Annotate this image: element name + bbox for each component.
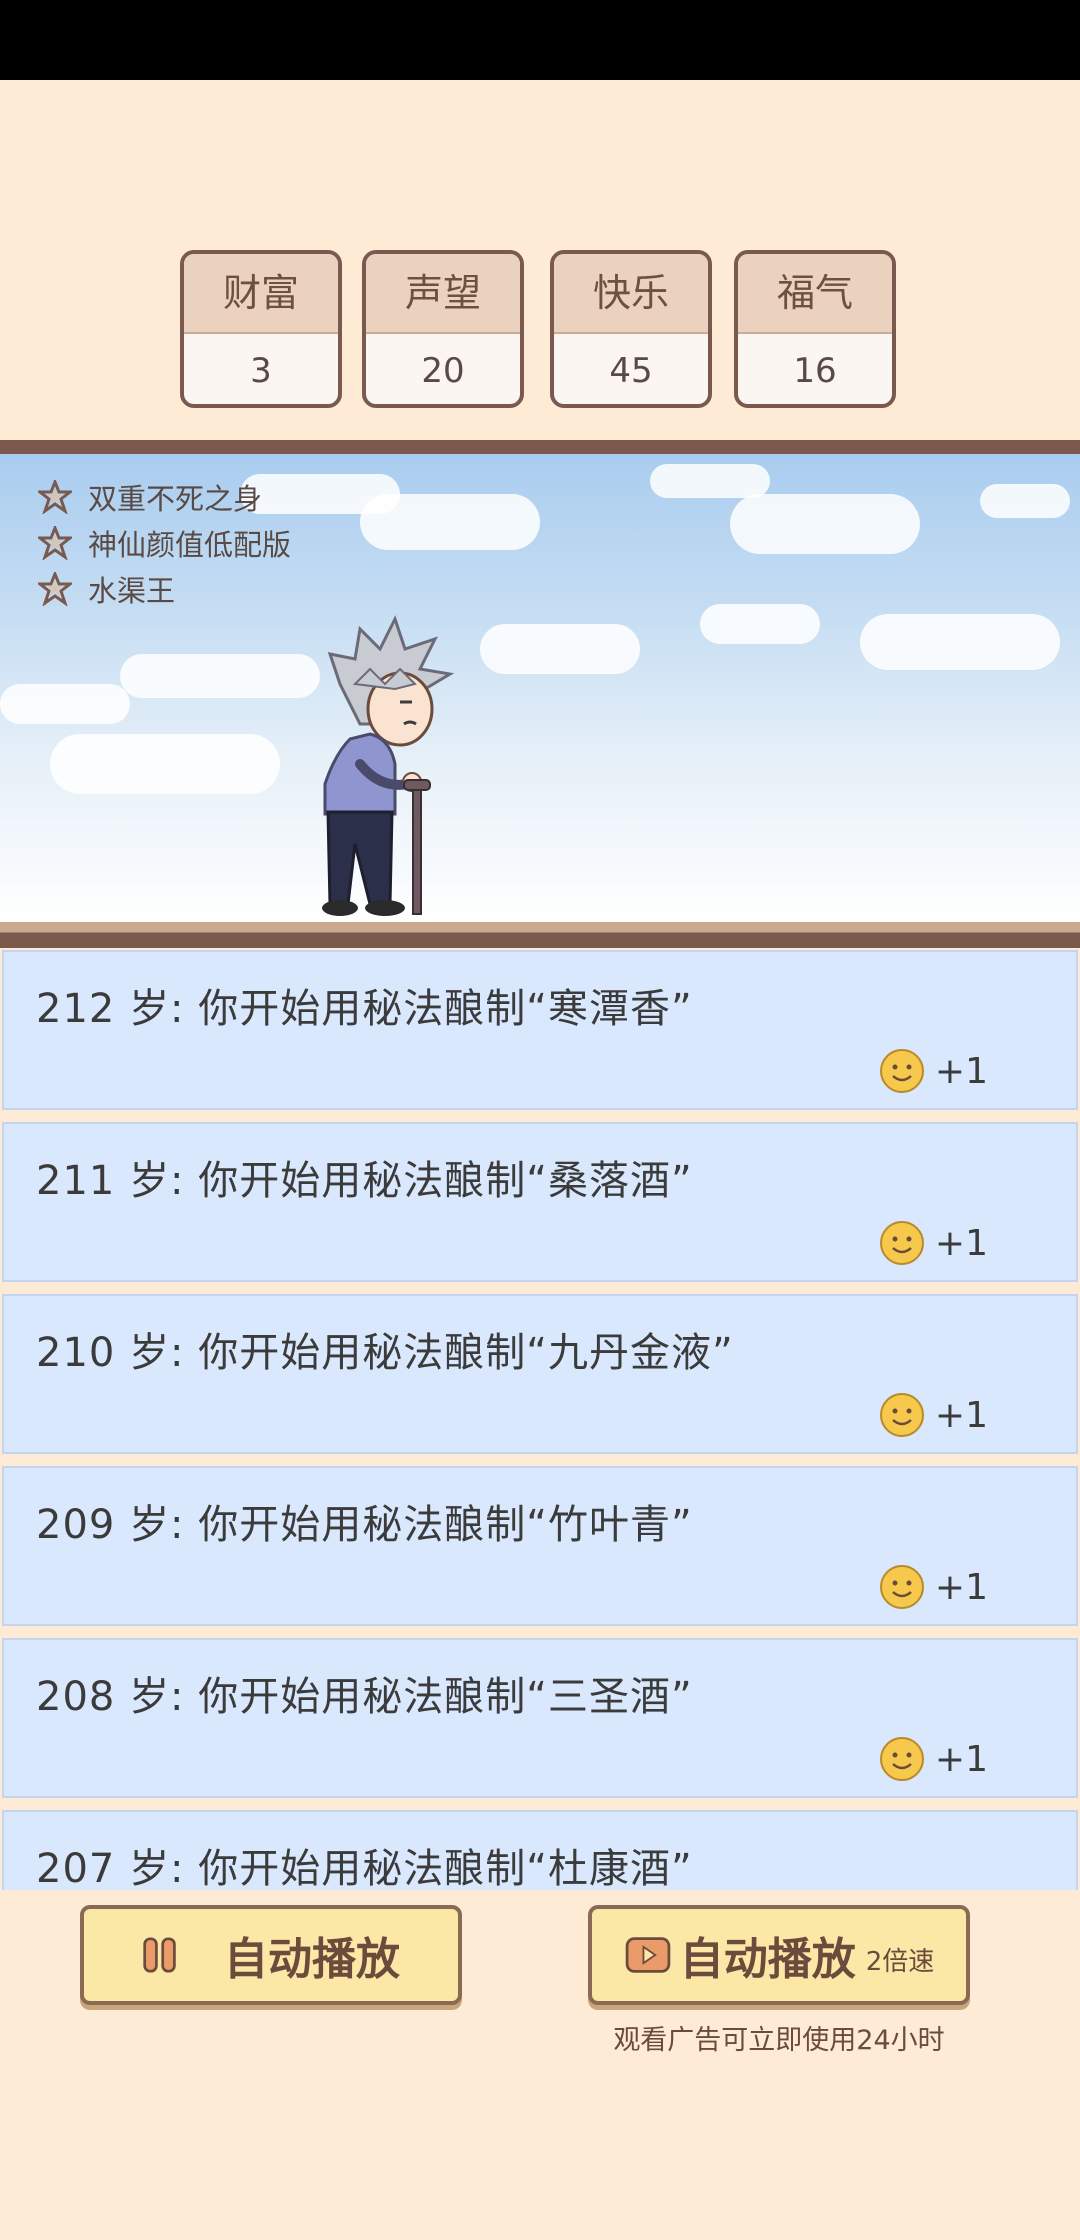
cloud	[700, 604, 820, 644]
reward-value: +1	[934, 1222, 988, 1264]
event-item: 209 岁: 你开始用秘法酿制“竹叶青” +1	[2, 1466, 1078, 1626]
reward-value: +1	[934, 1050, 988, 1092]
autoplay-button[interactable]: 自动播放	[80, 1905, 462, 2005]
smiley-icon	[879, 1049, 924, 1093]
status-bar	[0, 0, 1080, 80]
autoplay-2x-label: 自动播放	[679, 1934, 856, 1985]
cloud	[860, 614, 1060, 670]
event-reward: +1	[879, 1220, 988, 1266]
trait-label: 水渠王	[88, 574, 176, 608]
event-text: 209 岁: 你开始用秘法酿制“竹叶青”	[36, 1502, 693, 1548]
star-icon	[38, 526, 72, 560]
event-reward: +1	[879, 1392, 988, 1438]
stat-label: 声望	[366, 254, 520, 334]
event-reward: +1	[879, 1564, 988, 1610]
video-play-icon	[625, 1937, 670, 1973]
cloud	[50, 734, 280, 794]
stat-label: 福气	[738, 254, 892, 334]
stat-value: 3	[250, 351, 272, 391]
trait-label: 双重不死之身	[88, 482, 263, 516]
smiley-icon	[879, 1221, 924, 1265]
event-item: 211 岁: 你开始用秘法酿制“桑落酒” +1	[2, 1122, 1078, 1282]
reward-value: +1	[934, 1566, 988, 1608]
star-icon	[38, 572, 72, 606]
event-text: 210 岁: 你开始用秘法酿制“九丹金液”	[36, 1330, 734, 1376]
cloud	[120, 654, 320, 698]
stat-value: 20	[421, 351, 465, 391]
autoplay-label: 自动播放	[224, 1934, 400, 1985]
event-text: 207 岁: 你开始用秘法酿制“杜康酒”	[36, 1846, 693, 1890]
stat-value: 16	[793, 351, 837, 391]
cloud	[360, 494, 540, 550]
pause-icon	[143, 1937, 176, 1973]
event-item: 210 岁: 你开始用秘法酿制“九丹金液” +1	[2, 1294, 1078, 1454]
trait-item: 神仙颜值低配版	[38, 520, 291, 566]
smiley-icon	[879, 1737, 924, 1781]
stat-label: 快乐	[554, 254, 708, 334]
smiley-icon	[879, 1565, 924, 1609]
stat-reputation: 声望 20	[362, 250, 524, 408]
smiley-icon	[879, 1393, 924, 1437]
cloud	[730, 494, 920, 554]
event-reward: +1	[879, 1048, 988, 1094]
event-item: 207 岁: 你开始用秘法酿制“杜康酒”	[2, 1810, 1078, 1890]
stat-wealth: 财富 3	[180, 250, 342, 408]
star-icon	[38, 480, 72, 514]
event-item: 212 岁: 你开始用秘法酿制“寒潭香” +1	[2, 950, 1078, 1110]
cloud	[650, 464, 770, 498]
event-item: 208 岁: 你开始用秘法酿制“三圣酒” +1	[2, 1638, 1078, 1798]
scene-top-rail	[0, 440, 1080, 454]
game-scene: 双重不死之身 神仙颜值低配版 水渠王	[0, 454, 1080, 924]
stat-value: 45	[609, 351, 653, 391]
stat-happiness: 快乐 45	[550, 250, 712, 408]
event-log[interactable]: 212 岁: 你开始用秘法酿制“寒潭香” +1 211 岁: 你开始用秘法酿制“…	[0, 950, 1080, 1890]
cloud	[480, 624, 640, 674]
stat-label: 财富	[184, 254, 338, 334]
speed-label: 2倍速	[865, 1946, 935, 1977]
elderly-character	[322, 615, 455, 916]
event-text: 208 岁: 你开始用秘法酿制“三圣酒”	[36, 1674, 693, 1720]
trait-item: 水渠王	[38, 566, 291, 612]
stat-luck: 福气 16	[734, 250, 896, 408]
autoplay-2x-button[interactable]: 自动播放 2倍速	[588, 1905, 970, 2005]
traits-list: 双重不死之身 神仙颜值低配版 水渠王	[38, 474, 291, 612]
cloud	[980, 484, 1070, 518]
event-text: 212 岁: 你开始用秘法酿制“寒潭香”	[36, 986, 693, 1032]
event-reward: +1	[879, 1736, 988, 1782]
scene-ground-rail	[0, 922, 1080, 948]
stats-panel: 财富 3 声望 20 快乐 45 福气 16	[180, 250, 900, 412]
trait-item: 双重不死之身	[38, 474, 291, 520]
trait-label: 神仙颜值低配版	[88, 528, 292, 562]
cloud	[0, 684, 130, 724]
reward-value: +1	[934, 1394, 988, 1436]
reward-value: +1	[934, 1738, 988, 1780]
ad-hint-text: 观看广告可立即使用24小时	[613, 2025, 945, 2056]
event-text: 211 岁: 你开始用秘法酿制“桑落酒”	[36, 1158, 693, 1204]
